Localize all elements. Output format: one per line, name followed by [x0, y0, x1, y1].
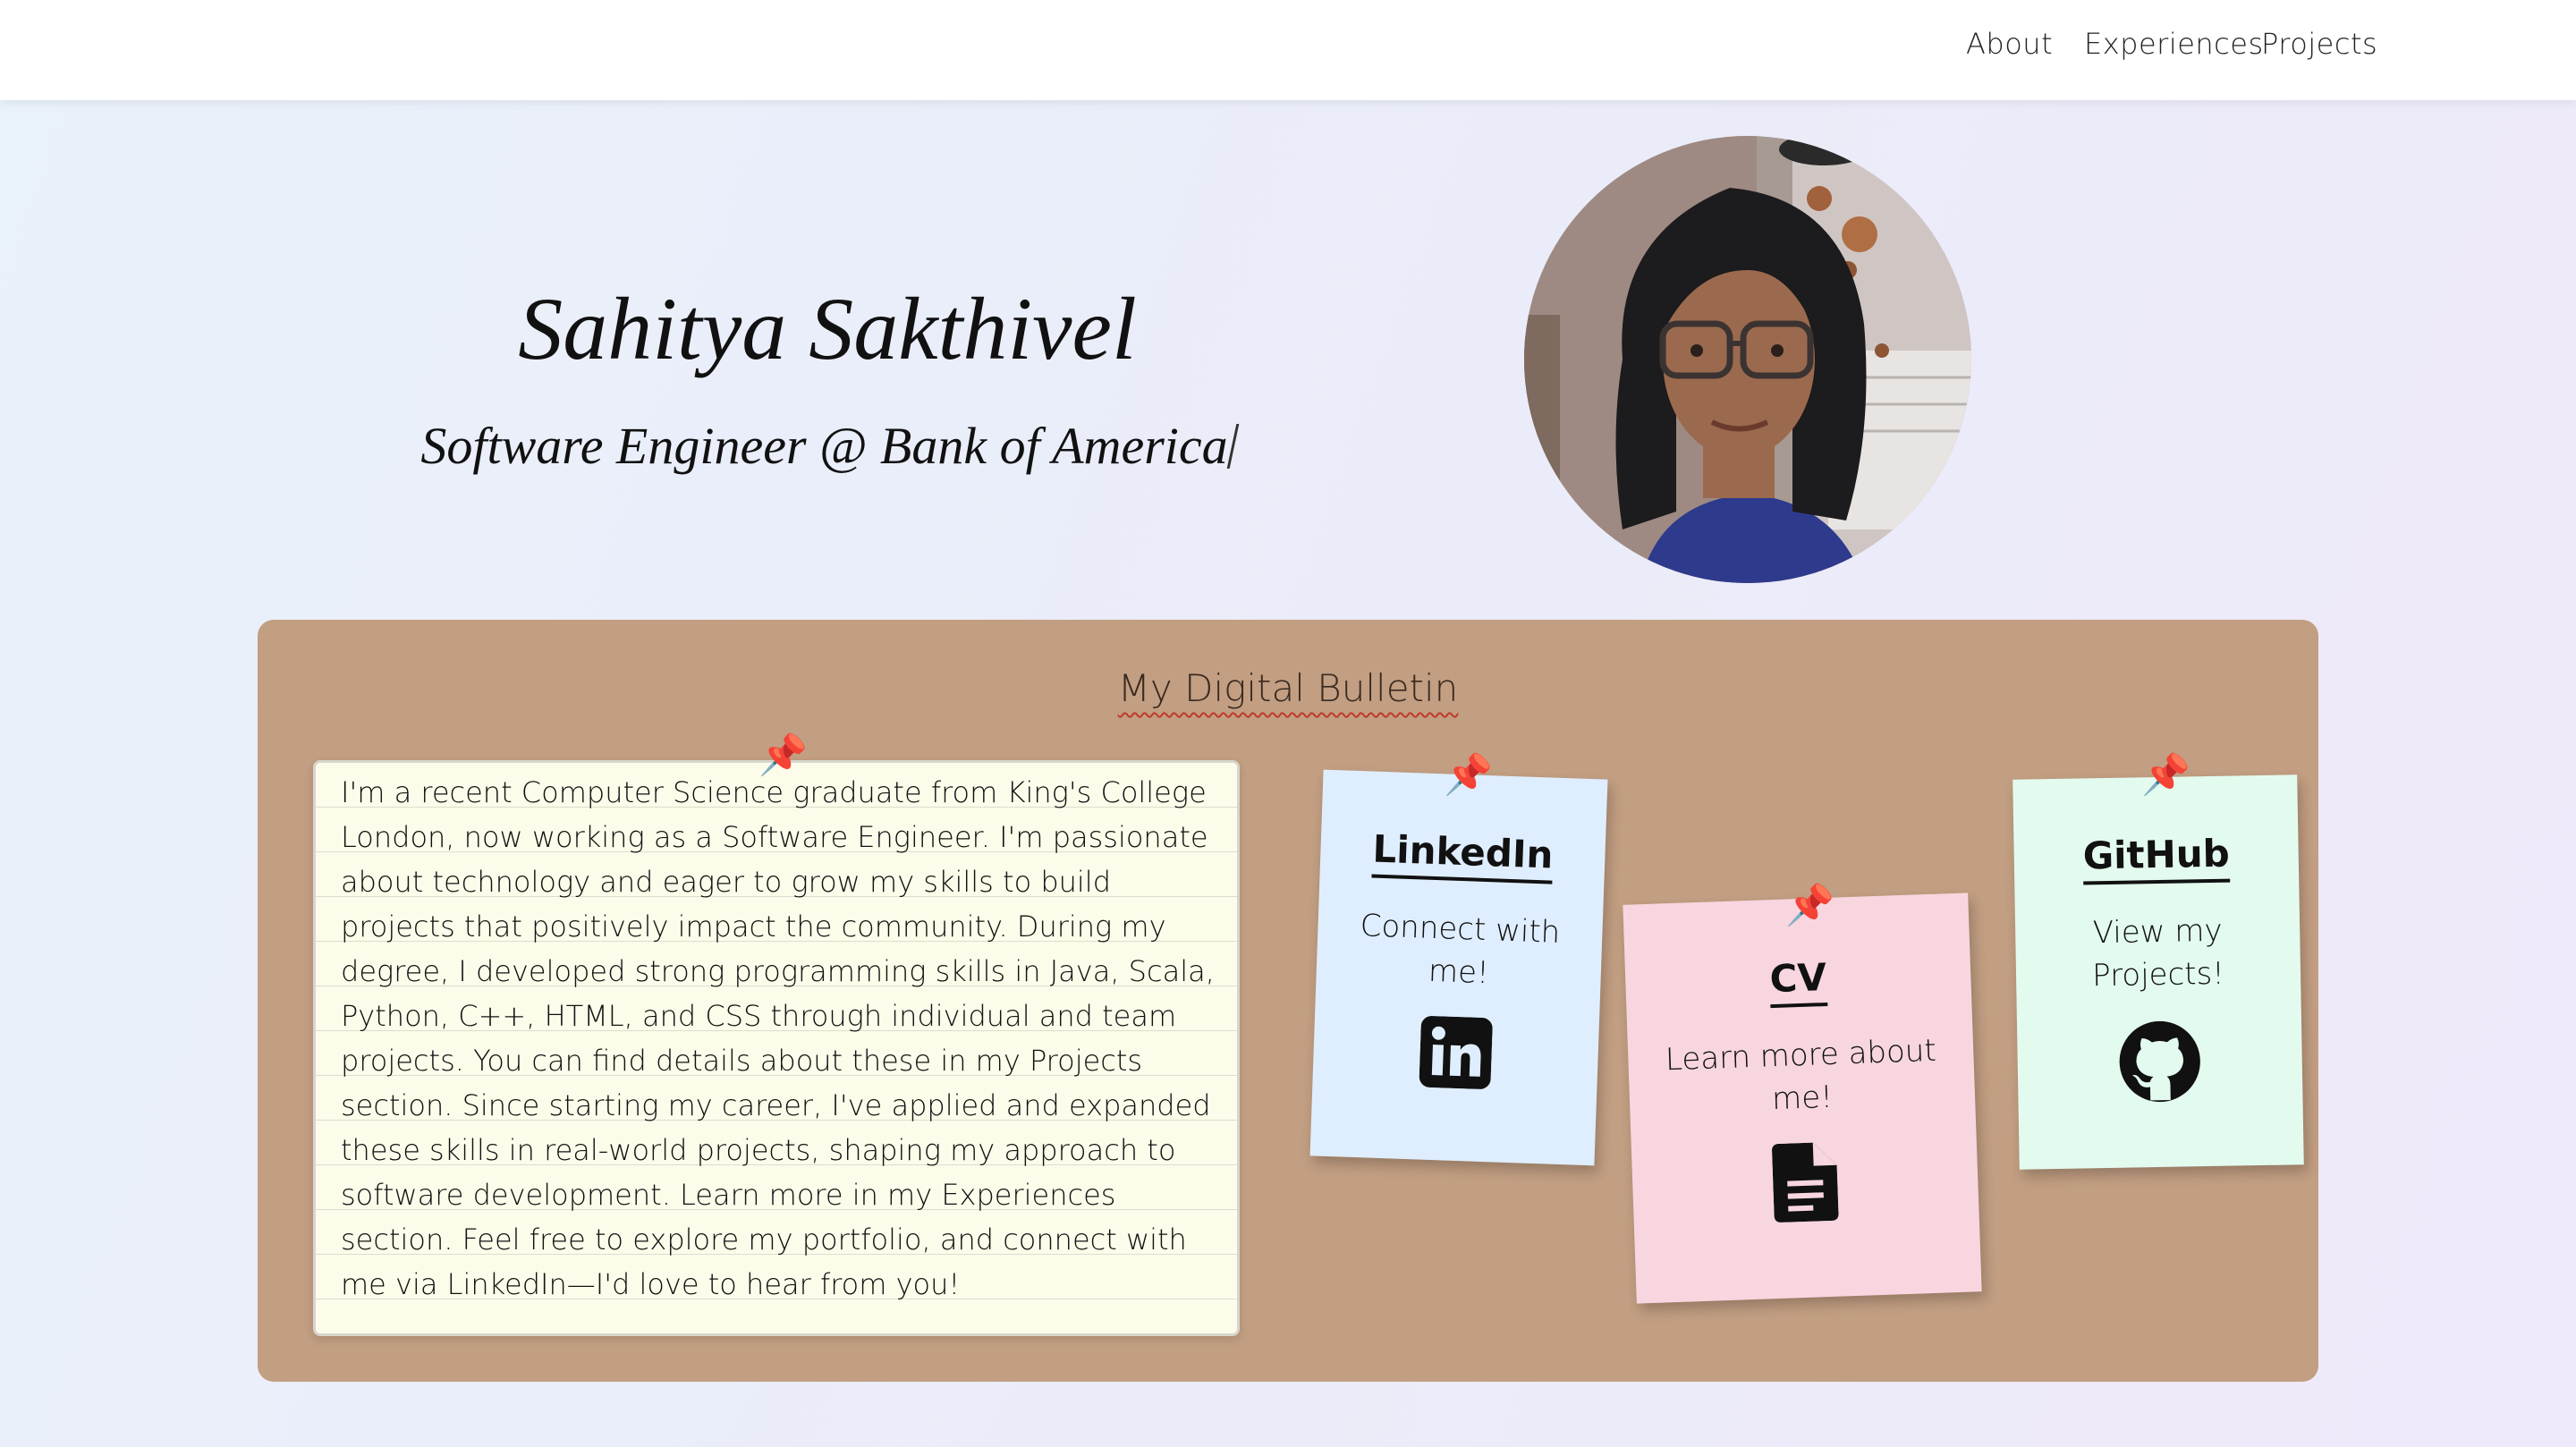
cv-card-text: Learn more about me!: [1665, 1032, 1937, 1118]
pushpin-icon: 📌: [1785, 883, 1835, 928]
top-navbar: About Experiences Projects: [0, 0, 2576, 100]
linkedin-card-title: LinkedIn: [1371, 826, 1555, 884]
cv-card-title: CV: [1768, 954, 1828, 1009]
typing-cursor: [1226, 424, 1239, 469]
nav-link-projects[interactable]: Projects: [2261, 27, 2377, 61]
linkedin-card[interactable]: LinkedIn Connect with me!: [1309, 769, 1608, 1166]
hero-name: Sahitya Sakthivel: [518, 279, 1137, 378]
about-note: I'm a recent Computer Science graduate f…: [313, 760, 1240, 1336]
bulletin-title: My Digital Bulletin: [1117, 666, 1459, 710]
hero-role-line: Software Engineer @ Bank of America: [340, 416, 1315, 476]
about-text: I'm a recent Computer Science graduate f…: [341, 775, 1215, 1301]
pushpin-icon: 📌: [1444, 752, 1493, 798]
digital-bulletin-board: My Digital Bulletin I'm a recent Compute…: [258, 620, 2318, 1382]
profile-photo-illustration: [1524, 136, 1971, 583]
cv-card[interactable]: CV Learn more about me!: [1623, 893, 1982, 1304]
pushpin-icon: 📌: [2141, 752, 2190, 798]
nav-link-experiences[interactable]: Experiences: [2084, 27, 2264, 61]
document-icon[interactable]: [1631, 1137, 1979, 1231]
profile-photo: [1524, 136, 1971, 583]
github-card-text: View my Projects!: [2091, 912, 2225, 994]
github-card-title: GitHub: [2082, 831, 2231, 885]
github-icon[interactable]: [2017, 1017, 2303, 1110]
hero-role-text: Software Engineer @ Bank of America: [420, 417, 1228, 475]
linkedin-card-text: Connect with me!: [1360, 908, 1561, 992]
pushpin-icon: 📌: [758, 732, 808, 778]
linkedin-icon[interactable]: [1312, 1011, 1599, 1096]
nav-link-about[interactable]: About: [1966, 27, 2053, 61]
github-card[interactable]: GitHub View my Projects!: [2012, 774, 2304, 1170]
